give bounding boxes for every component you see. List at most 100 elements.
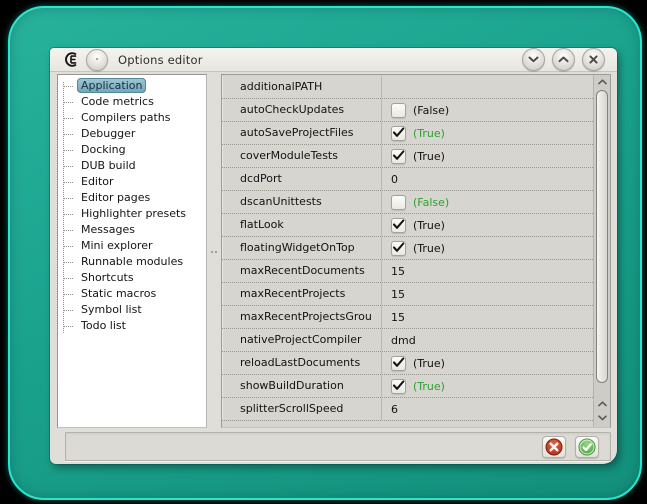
property-row-maxRecentDocuments[interactable]: maxRecentDocuments 15 (222, 260, 593, 283)
sidebar-item-label: Shortcuts (78, 271, 137, 284)
property-name: coverModuleTests (222, 145, 382, 167)
property-row-maxRecentProjectsGrou[interactable]: maxRecentProjectsGrou 15 (222, 306, 593, 329)
property-name: dscanUnittests (222, 191, 382, 213)
property-row-dcdPort[interactable]: dcdPort 0 (222, 168, 593, 191)
sidebar-list: Application Code metrics Compilers paths… (58, 75, 206, 334)
property-name: autoCheckUpdates (222, 99, 382, 121)
property-row-additionalPATH[interactable]: additionalPATH (222, 76, 593, 99)
window-menu-button[interactable] (86, 49, 108, 71)
sidebar-item-debugger[interactable]: Debugger (58, 126, 206, 142)
sidebar-item-label: Editor (78, 175, 117, 188)
checkbox[interactable] (391, 241, 406, 256)
close-button[interactable] (582, 48, 605, 71)
checkbox[interactable] (391, 195, 406, 210)
sidebar-item-shortcuts[interactable]: Shortcuts (58, 270, 206, 286)
property-name: maxRecentProjects (222, 283, 382, 305)
sidebar-item-mini-explorer[interactable]: Mini explorer (58, 238, 206, 254)
scrollbar-up-button-2[interactable] (594, 397, 610, 411)
property-name: dcdPort (222, 168, 382, 190)
property-value-cell: (True) (382, 214, 593, 236)
chevron-up-icon (558, 56, 569, 63)
window-title: Options editor (118, 53, 203, 67)
sidebar-item-label: Static macros (78, 287, 159, 300)
property-name: floatingWidgetOnTop (222, 237, 382, 259)
check-icon (392, 150, 405, 161)
titlebar[interactable]: Options editor (50, 48, 617, 72)
sidebar-item-label: Code metrics (78, 95, 157, 108)
sidebar-item-label: Docking (78, 143, 129, 156)
property-value: dmd (391, 330, 416, 351)
shade-button[interactable] (522, 48, 545, 71)
sidebar-item-symbol-list[interactable]: Symbol list (58, 302, 206, 318)
footer-bar (65, 432, 611, 461)
sidebar-item-editor[interactable]: Editor (58, 174, 206, 190)
sidebar-item-label: Highlighter presets (78, 207, 189, 220)
sidebar-item-label: DUB build (78, 159, 139, 172)
property-value-cell: (True) (382, 122, 593, 144)
property-name: reloadLastDocuments (222, 352, 382, 374)
sidebar-item-static-macros[interactable]: Static macros (58, 286, 206, 302)
sidebar-item-application[interactable]: Application (58, 78, 206, 94)
splitter-grip[interactable] (210, 249, 218, 255)
sidebar-item-dub-build[interactable]: DUB build (58, 158, 206, 174)
sidebar-item-compilers-paths[interactable]: Compilers paths (58, 110, 206, 126)
property-value: (False) (413, 192, 449, 213)
property-value: 15 (391, 261, 405, 282)
close-icon (589, 55, 598, 64)
property-row-maxRecentProjects[interactable]: maxRecentProjects 15 (222, 283, 593, 306)
sidebar-item-label: Application (77, 78, 146, 93)
check-icon (392, 380, 405, 391)
property-row-dscanUnittests[interactable]: dscanUnittests (False) (222, 191, 593, 214)
checkbox[interactable] (391, 218, 406, 233)
scrollbar-down-button[interactable] (594, 411, 610, 425)
property-value-cell: (True) (382, 375, 593, 397)
sidebar-item-editor-pages[interactable]: Editor pages (58, 190, 206, 206)
checkbox[interactable] (391, 379, 406, 394)
checkbox[interactable] (391, 103, 406, 118)
property-row-autoCheckUpdates[interactable]: autoCheckUpdates (False) (222, 99, 593, 122)
property-value-cell: 15 (382, 260, 593, 282)
sidebar-item-label: Symbol list (78, 303, 145, 316)
property-value: 15 (391, 284, 405, 305)
property-value: (True) (413, 215, 445, 236)
property-row-showBuildDuration[interactable]: showBuildDuration (True) (222, 375, 593, 398)
property-value-cell: (False) (382, 191, 593, 213)
property-value: (True) (413, 353, 445, 374)
sidebar-item-messages[interactable]: Messages (58, 222, 206, 238)
property-row-nativeProjectCompiler[interactable]: nativeProjectCompiler dmd (222, 329, 593, 352)
sidebar-item-label: Debugger (78, 127, 138, 140)
checkbox[interactable] (391, 149, 406, 164)
sidebar-item-runnable-modules[interactable]: Runnable modules (58, 254, 206, 270)
property-row-splitterScrollSpeed[interactable]: splitterScrollSpeed 6 (222, 398, 593, 421)
cancel-button[interactable] (542, 436, 566, 458)
scrollbar-thumb[interactable] (596, 90, 608, 383)
property-value: 15 (391, 307, 405, 328)
property-row-flatLook[interactable]: flatLook (True) (222, 214, 593, 237)
property-value-cell: 15 (382, 283, 593, 305)
grid-vscrollbar[interactable] (593, 75, 610, 427)
property-value: 6 (391, 399, 398, 420)
checkbox[interactable] (391, 126, 406, 141)
sidebar-item-label: Runnable modules (78, 255, 186, 268)
property-value-cell (382, 76, 593, 98)
property-row-reloadLastDocuments[interactable]: reloadLastDocuments (True) (222, 352, 593, 375)
property-value-cell: dmd (382, 329, 593, 351)
category-tree-panel: Application Code metrics Compilers paths… (57, 74, 207, 428)
property-row-floatingWidgetOnTop[interactable]: floatingWidgetOnTop (True) (222, 237, 593, 260)
sidebar-item-label: Todo list (78, 319, 129, 332)
sidebar-item-todo-list[interactable]: Todo list (58, 318, 206, 334)
scrollbar-up-button[interactable] (594, 75, 610, 89)
checkbox[interactable] (391, 356, 406, 371)
property-row-autoSaveProjectFiles[interactable]: autoSaveProjectFiles (True) (222, 122, 593, 145)
property-value-cell: (True) (382, 145, 593, 167)
check-icon (392, 219, 405, 230)
maximize-button[interactable] (552, 48, 575, 71)
check-icon (392, 242, 405, 253)
sidebar-item-highlighter-presets[interactable]: Highlighter presets (58, 206, 206, 222)
property-name: autoSaveProjectFiles (222, 122, 382, 144)
sidebar-item-label: Compilers paths (78, 111, 173, 124)
accept-button[interactable] (575, 436, 599, 458)
sidebar-item-code-metrics[interactable]: Code metrics (58, 94, 206, 110)
property-row-coverModuleTests[interactable]: coverModuleTests (True) (222, 145, 593, 168)
sidebar-item-docking[interactable]: Docking (58, 142, 206, 158)
